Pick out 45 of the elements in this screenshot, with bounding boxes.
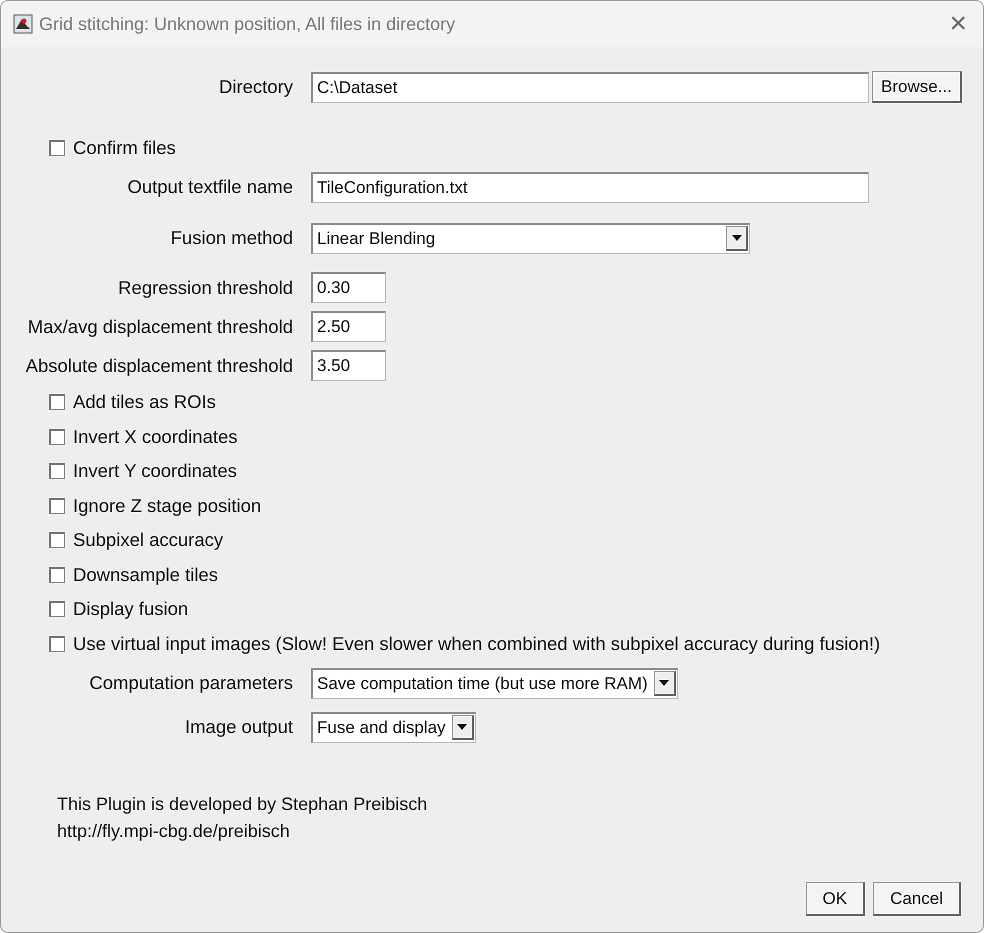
checkbox[interactable] <box>49 463 65 480</box>
window-title: Grid stitching: Unknown position, All files in directory <box>39 14 456 34</box>
dropdown-arrow-button[interactable] <box>654 671 676 696</box>
checkbox-label: Subpixel accuracy <box>73 529 224 552</box>
number-field[interactable]: 2.50 <box>311 311 386 342</box>
checkbox-label: Display fusion <box>73 598 188 620</box>
dropdown[interactable]: Save computation time (but use more RAM) <box>311 668 678 698</box>
field-label: Max/avg displacement threshold <box>26 316 293 338</box>
checkbox-label: Downsample tiles <box>73 564 218 586</box>
checkbox-label: Use virtual input images (Slow! Even slower when combined with subpixel accuracy during fusion!) <box>73 632 880 655</box>
field-label: Regression threshold <box>117 276 293 298</box>
field-label: Image output <box>184 716 293 738</box>
checkbox[interactable] <box>49 428 65 445</box>
checkbox[interactable] <box>49 140 65 156</box>
checkbox[interactable] <box>49 636 65 652</box>
app-icon <box>13 14 33 34</box>
dropdown[interactable]: Linear Blending <box>311 222 750 254</box>
checkbox-label: Confirm files <box>73 137 176 159</box>
checkbox-label: Add tiles as ROIs <box>73 391 216 414</box>
text-field[interactable]: TileConfiguration.txt <box>311 172 869 202</box>
close-button[interactable]: × <box>945 9 971 39</box>
field-label: Output textfile name <box>126 176 293 198</box>
field-label: Absolute displacement threshold <box>24 354 293 376</box>
checkbox[interactable] <box>49 394 65 410</box>
field-label: Computation parameters <box>88 672 293 694</box>
footer-text: http://fly.mpi-cbg.de/preibisch <box>57 821 291 842</box>
ok-button[interactable]: OK <box>806 882 866 916</box>
checkbox[interactable] <box>49 498 65 514</box>
checkbox[interactable] <box>49 532 65 548</box>
browse-button[interactable]: Browse... <box>872 71 962 103</box>
dropdown[interactable]: Fuse and display <box>311 712 476 742</box>
field-label: Fusion method <box>170 227 293 249</box>
checkbox-label: Invert Y coordinates <box>73 460 237 482</box>
footer-text: This Plugin is developed by Stephan Preibisch <box>57 794 428 815</box>
checkbox[interactable] <box>49 601 65 618</box>
field-label: Directory <box>218 76 293 98</box>
checkbox-label: Ignore Z stage position <box>73 494 262 517</box>
number-field[interactable]: 0.30 <box>311 272 386 303</box>
dropdown-arrow-button[interactable] <box>726 226 748 251</box>
number-field[interactable]: 3.50 <box>311 350 386 381</box>
cancel-button[interactable]: Cancel <box>873 882 961 916</box>
dropdown-arrow-button[interactable] <box>452 715 474 740</box>
checkbox[interactable] <box>49 566 65 583</box>
directory-field[interactable]: C:\Dataset <box>311 72 869 102</box>
checkbox-label: Invert X coordinates <box>73 426 238 448</box>
